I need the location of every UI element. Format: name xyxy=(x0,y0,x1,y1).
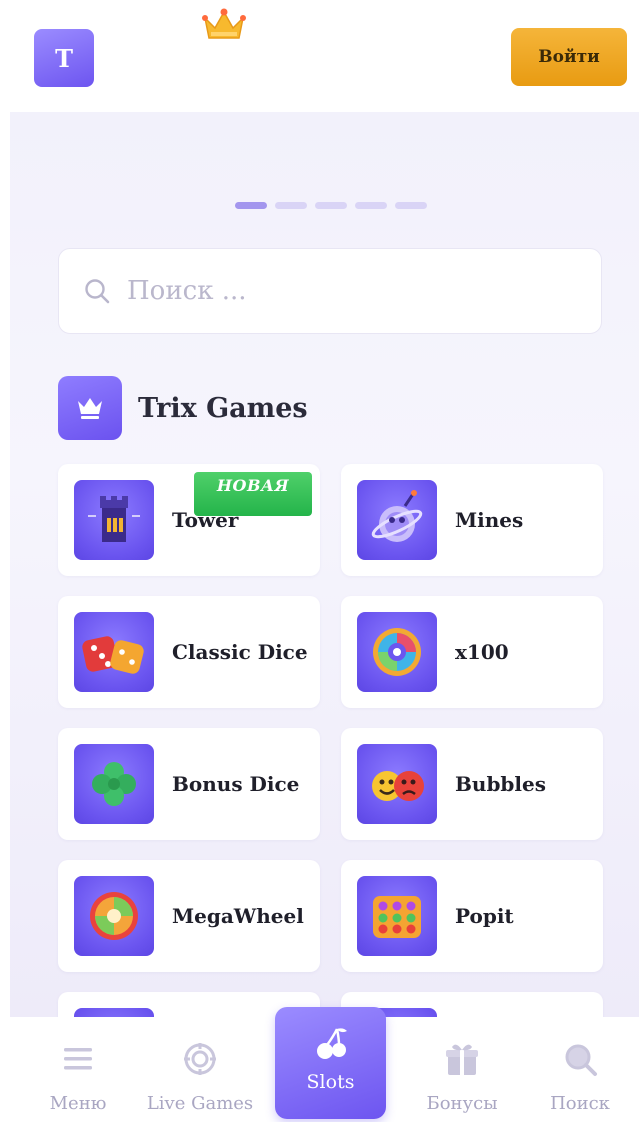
main-content: Trix Games Tower НОВАЯ xyxy=(10,112,639,1017)
login-button[interactable]: Войти xyxy=(511,28,627,86)
mines-icon xyxy=(357,480,437,560)
game-label: Bubbles xyxy=(455,772,546,796)
game-label: Mines xyxy=(455,508,524,532)
section-title: Trix Games xyxy=(138,392,308,424)
nav-bonuses[interactable]: Бонусы xyxy=(412,1017,512,1122)
chip-icon xyxy=(184,1043,216,1075)
game-card-x100[interactable]: x100 xyxy=(341,596,603,708)
gift-icon xyxy=(446,1044,478,1075)
nav-label: Бонусы xyxy=(426,1093,498,1114)
game-card-classic-dice[interactable]: Classic Dice xyxy=(58,596,320,708)
bottom-navigation: Меню Live Games Slots Бонусы Поиск xyxy=(0,1007,639,1122)
game-label: x100 xyxy=(455,640,509,664)
carousel-dot-4[interactable] xyxy=(355,202,387,209)
search-box[interactable] xyxy=(58,248,602,334)
game-card-mines[interactable]: Mines xyxy=(341,464,603,576)
nav-label: Slots xyxy=(306,1071,355,1093)
logo[interactable]: T xyxy=(34,29,94,87)
section-header: Trix Games xyxy=(58,376,308,440)
nav-search[interactable]: Поиск xyxy=(532,1017,628,1122)
nav-menu[interactable]: Меню xyxy=(38,1017,118,1122)
crown-decoration-icon xyxy=(202,8,246,39)
carousel-dot-3[interactable] xyxy=(315,202,347,209)
carousel-pagination xyxy=(235,202,427,209)
nav-slots[interactable]: Slots xyxy=(275,1007,386,1119)
game-label: MegaWheel xyxy=(172,904,304,928)
game-card-tower[interactable]: Tower НОВАЯ xyxy=(58,464,320,576)
game-label: Popit xyxy=(455,904,514,928)
nav-live-games[interactable]: Live Games xyxy=(138,1017,262,1122)
search-input[interactable] xyxy=(125,275,569,307)
new-badge: НОВАЯ xyxy=(194,472,312,516)
popit-icon xyxy=(357,876,437,956)
clover-icon xyxy=(74,744,154,824)
header: T Войти xyxy=(0,0,639,112)
game-label: Classic Dice xyxy=(172,640,308,664)
game-card-bubbles[interactable]: Bubbles xyxy=(341,728,603,840)
game-card-bonus-dice[interactable]: Bonus Dice xyxy=(58,728,320,840)
search-icon xyxy=(85,279,110,304)
wheel-icon xyxy=(357,612,437,692)
game-card-popit[interactable]: Popit xyxy=(341,860,603,972)
carousel-dot-1[interactable] xyxy=(235,202,267,209)
cherry-icon xyxy=(316,1028,347,1059)
tower-icon xyxy=(74,480,154,560)
game-label: Bonus Dice xyxy=(172,772,300,796)
search-icon xyxy=(565,1044,597,1076)
nav-label: Меню xyxy=(49,1093,107,1114)
dice-icon xyxy=(74,612,154,692)
nav-label: Live Games xyxy=(146,1093,254,1114)
carousel-dot-2[interactable] xyxy=(275,202,307,209)
game-thumb-icon xyxy=(74,1008,154,1017)
carousel-dot-5[interactable] xyxy=(395,202,427,209)
nav-label: Поиск xyxy=(550,1093,610,1114)
crown-icon xyxy=(58,376,122,440)
bubbles-icon xyxy=(357,744,437,824)
megawheel-icon xyxy=(74,876,154,956)
menu-icon xyxy=(64,1048,92,1070)
game-card-megawheel[interactable]: MegaWheel xyxy=(58,860,320,972)
